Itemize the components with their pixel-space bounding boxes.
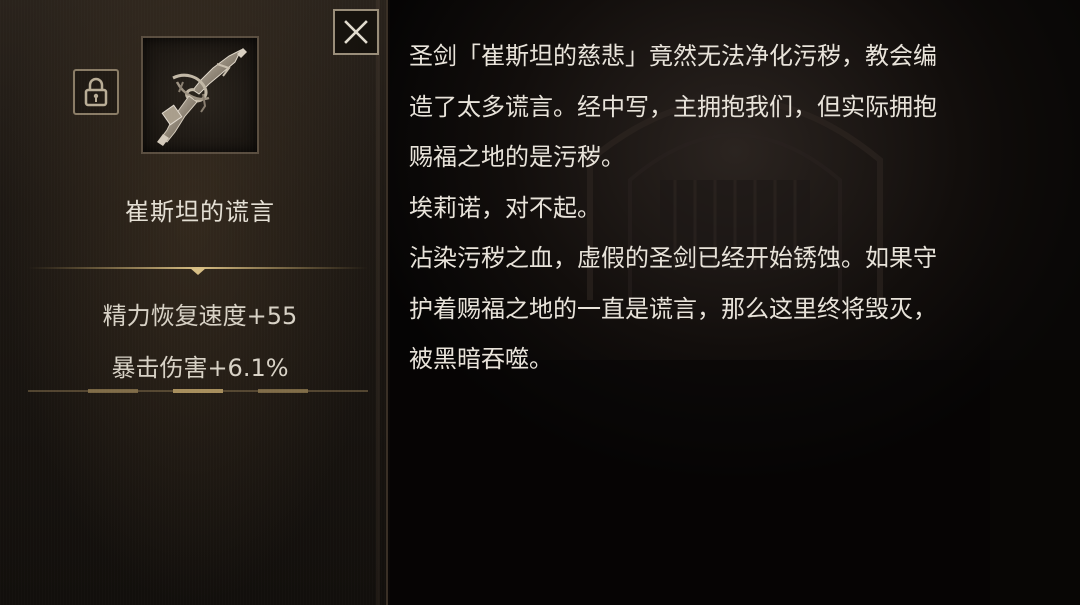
item-lore-text: 圣剑「崔斯坦的慈悲」竟然无法净化污秽，教会编 造了太多谎言。经中写，主拥抱我们，… [409,31,1069,385]
stat-line-stamina-regen: 精力恢复速度+55 [102,302,298,330]
close-icon [344,20,368,44]
item-name: 崔斯坦的谎言 [125,198,275,226]
item-detail-screen: 崔斯坦的谎言 精力恢复速度+55 暴击伤害+6.1% 圣剑「崔斯坦的慈悲」竟然无… [0,0,1080,605]
lock-icon [84,77,108,107]
item-stats: 精力恢复速度+55 暴击伤害+6.1% [0,290,400,394]
item-description-panel: 圣剑「崔斯坦的慈悲」竟然无法净化污秽，教会编 造了太多谎言。经中写，主拥抱我们，… [390,0,1080,605]
lore-line: 沾染污秽之血，虚假的圣剑已经开始锈蚀。如果守 [409,244,937,272]
lore-line: 护着赐福之地的一直是谎言，那么这里终将毁灭， [409,294,937,323]
item-card-panel: 崔斯坦的谎言 精力恢复速度+55 暴击伤害+6.1% [0,0,388,605]
lock-toggle-button[interactable] [73,69,119,115]
ornate-divider-top [28,267,368,275]
rusted-broken-sword-relic-icon [157,48,247,146]
lore-line: 赐福之地的是污秽。 [409,143,625,171]
lore-line: 造了太多谎言。经中写，主拥抱我们，但实际拥抱 [409,92,937,121]
lore-line: 埃莉诺，对不起。 [409,193,601,222]
ornate-divider-bottom [28,389,368,393]
lore-line: 被黑暗吞噬。 [409,345,553,373]
lore-line: 圣剑「崔斯坦的慈悲」竟然无法净化污秽，教会编 [409,42,937,70]
close-button[interactable] [333,9,379,55]
item-icon-frame [141,36,259,154]
